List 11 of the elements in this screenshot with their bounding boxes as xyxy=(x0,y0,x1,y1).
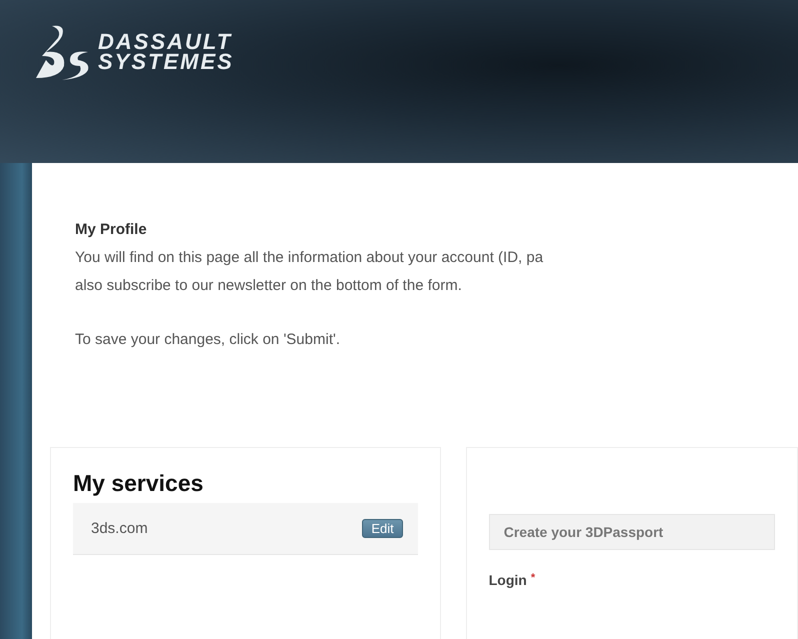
profile-title: My Profile xyxy=(75,221,148,238)
section-header: Create your 3DPassport xyxy=(488,514,775,550)
company-logo-text: DASSAULT SYSTEMES xyxy=(98,32,234,72)
edit-button[interactable]: Edit xyxy=(362,519,403,538)
intro-text: also subscribe to our newsletter on the bottom of the form. xyxy=(75,276,463,296)
services-title: My services xyxy=(73,470,204,497)
save-note: To save your changes, click on 'Submit'. xyxy=(75,330,342,350)
intro-text: You will find on this page all the information about your account (ID, pa xyxy=(75,248,544,268)
field-label: Login xyxy=(488,572,527,588)
required-mark: * xyxy=(530,572,536,586)
service-name: 3ds.com xyxy=(91,520,148,537)
